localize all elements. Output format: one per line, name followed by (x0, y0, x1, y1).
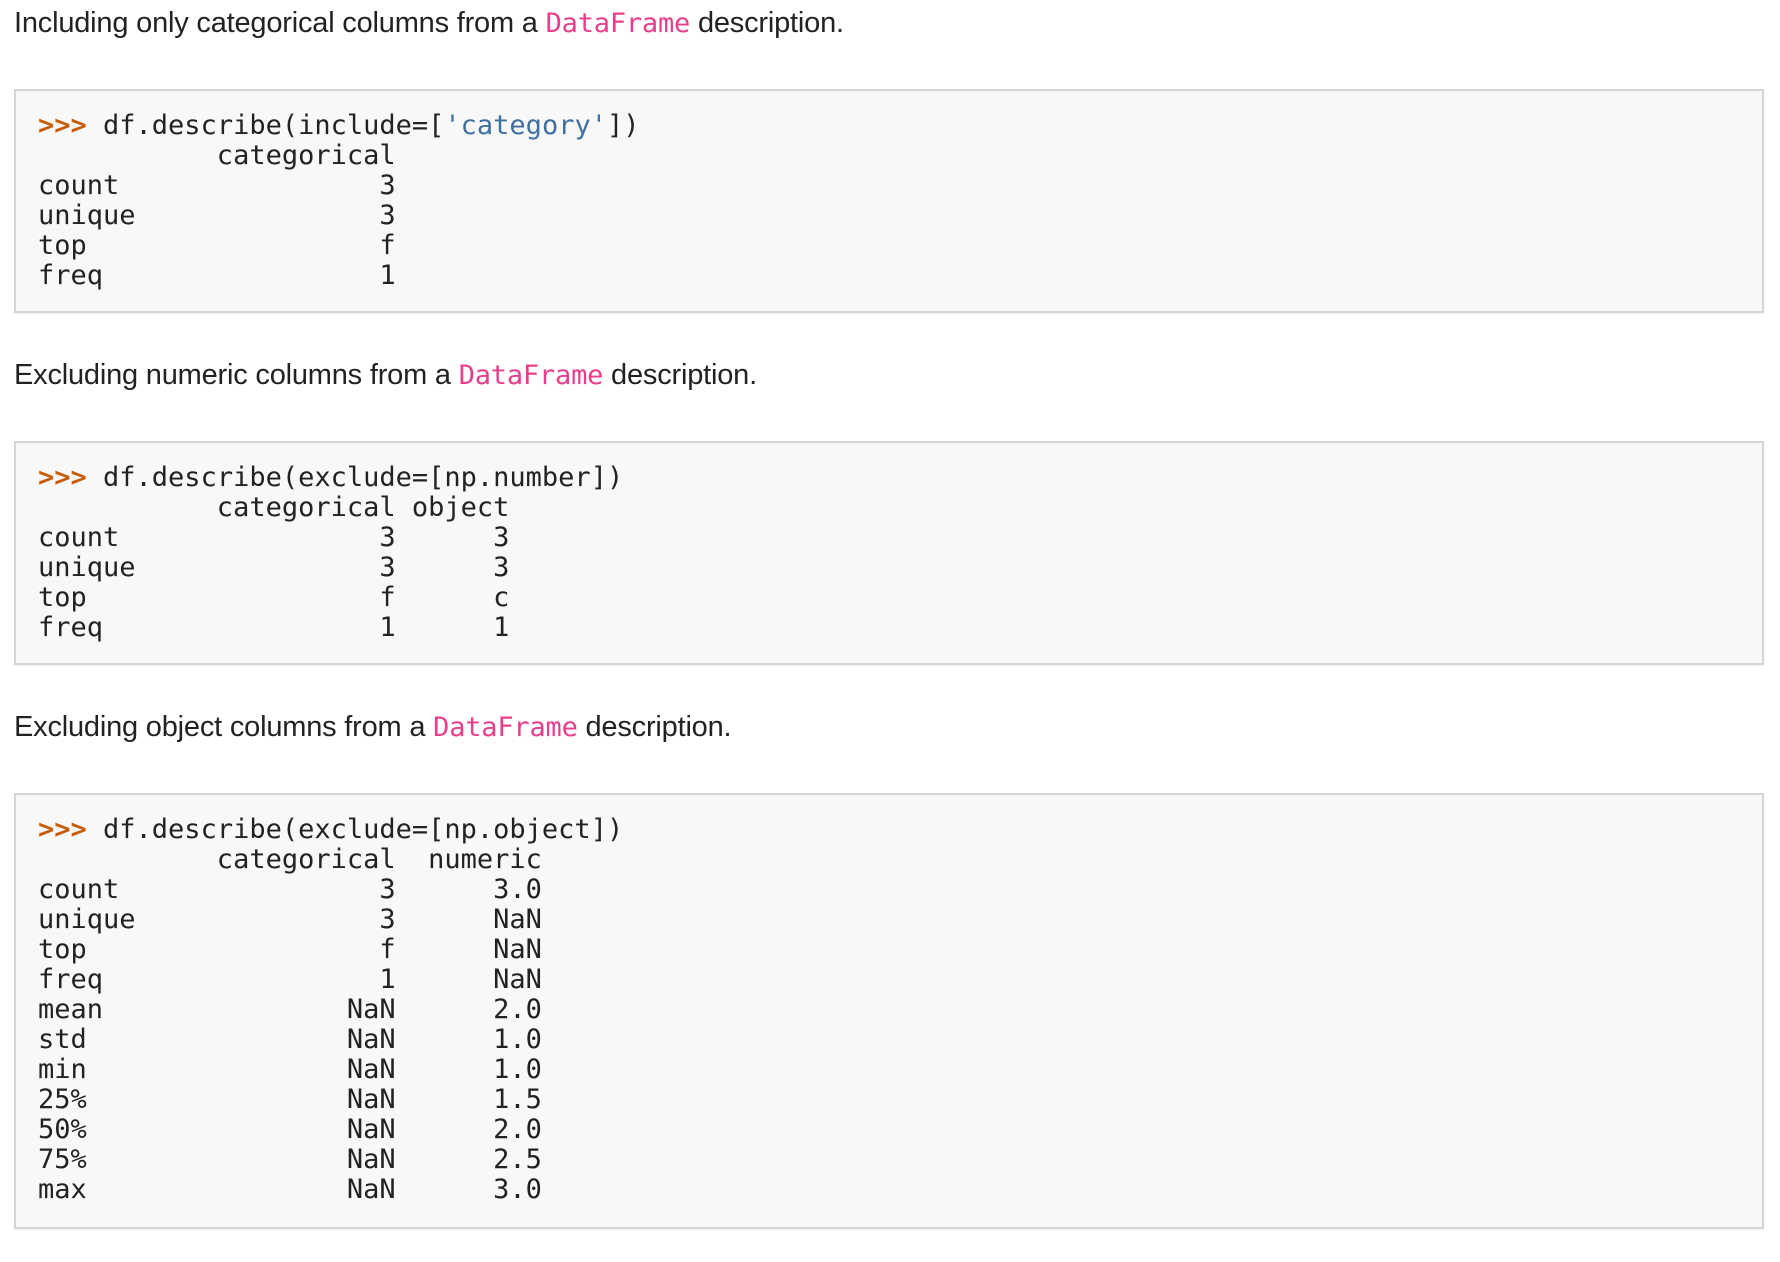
command-text: ]) (606, 110, 640, 141)
paragraph-text: description. (603, 359, 757, 391)
command-text: df.describe(exclude=[np.number]) (103, 462, 624, 493)
prompt-marker: >>> (38, 814, 104, 845)
paragraph-text: Excluding object columns from a (14, 711, 434, 743)
paragraph-exclude-numeric: Excluding numeric columns from a DataFra… (14, 355, 757, 396)
inline-code-dataframe: DataFrame (458, 360, 604, 391)
string-literal: 'category' (444, 110, 607, 141)
code-block-exclude-numeric: >>> df.describe(exclude=[np.number]) cat… (14, 441, 1764, 665)
output-table: categorical numeric count 3 3.0 unique 3… (38, 844, 542, 1205)
paragraph-text: Including only categorical columns from … (14, 7, 546, 39)
command-text: df.describe(exclude=[np.object]) (103, 814, 624, 845)
inline-code-dataframe: DataFrame (433, 712, 578, 743)
prompt-marker: >>> (38, 462, 104, 493)
code-block-exclude-object: >>> df.describe(exclude=[np.object]) cat… (14, 793, 1764, 1229)
paragraph-text: description. (690, 7, 844, 39)
paragraph-text: Excluding numeric columns from a (14, 359, 459, 391)
paragraph-exclude-object: Excluding object columns from a DataFram… (14, 707, 732, 748)
prompt-marker: >>> (38, 110, 104, 141)
output-table: categorical count 3 unique 3 top f freq … (38, 140, 396, 291)
code-block-include-categorical: >>> df.describe(include=['category']) ca… (14, 89, 1764, 313)
inline-code-dataframe: DataFrame (545, 8, 691, 39)
command-text: df.describe(include=[ (103, 110, 445, 141)
output-table: categorical object count 3 3 unique 3 3 … (38, 492, 510, 643)
paragraph-text: description. (577, 711, 732, 743)
paragraph-include-categorical: Including only categorical columns from … (14, 3, 844, 44)
code-content: >>> df.describe(exclude=[np.number]) cat… (16, 443, 1762, 643)
code-content: >>> df.describe(exclude=[np.object]) cat… (16, 795, 1762, 1205)
code-content: >>> df.describe(include=['category']) ca… (16, 91, 1762, 291)
